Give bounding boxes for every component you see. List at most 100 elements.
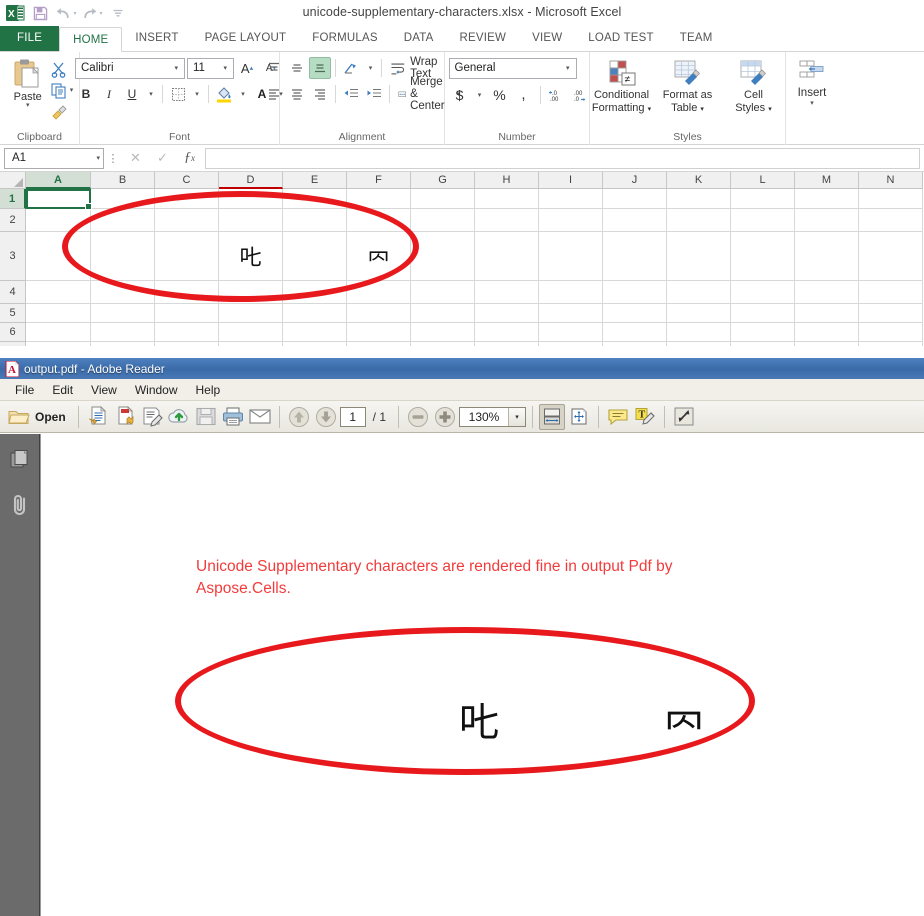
- cell-L6[interactable]: [731, 323, 795, 342]
- cell-J1[interactable]: [603, 189, 667, 209]
- cell-K1[interactable]: [667, 189, 731, 209]
- font-name-combo[interactable]: Calibri ▾: [75, 58, 185, 79]
- next-page-button[interactable]: [313, 404, 339, 430]
- cell-E4[interactable]: [283, 281, 347, 304]
- cell-B7[interactable]: [91, 342, 155, 346]
- align-right-button[interactable]: [309, 83, 331, 105]
- cell-N6[interactable]: [859, 323, 923, 342]
- align-top-button[interactable]: [263, 57, 285, 79]
- column-header-C[interactable]: C: [155, 172, 219, 189]
- copy-button[interactable]: ▾: [50, 80, 74, 100]
- enter-icon[interactable]: ✓: [149, 147, 176, 169]
- cell-L3[interactable]: [731, 232, 795, 281]
- fit-page-button[interactable]: [566, 404, 592, 430]
- chevron-down-icon[interactable]: ▾: [648, 106, 652, 113]
- cell-E5[interactable]: [283, 304, 347, 323]
- cell-F6[interactable]: [347, 323, 411, 342]
- align-bottom-button[interactable]: [309, 57, 331, 79]
- format-painter-button[interactable]: [50, 101, 74, 121]
- cell-J6[interactable]: [603, 323, 667, 342]
- chevron-down-icon[interactable]: ▾: [810, 99, 814, 107]
- menu-window[interactable]: Window: [126, 381, 187, 399]
- attachments-icon[interactable]: [6, 492, 34, 520]
- cell-G7[interactable]: [411, 342, 475, 346]
- cell-B4[interactable]: [91, 281, 155, 304]
- column-header-I[interactable]: I: [539, 172, 603, 189]
- edit-pdf-icon[interactable]: [139, 404, 165, 430]
- cell-I1[interactable]: [539, 189, 603, 209]
- accounting-dropdown[interactable]: ▾: [473, 84, 487, 106]
- cell-E2[interactable]: [283, 209, 347, 232]
- cell-E7[interactable]: [283, 342, 347, 346]
- cell-F1[interactable]: [347, 189, 411, 209]
- cell-A3[interactable]: [26, 232, 91, 281]
- cell-N2[interactable]: [859, 209, 923, 232]
- borders-button[interactable]: [167, 83, 189, 105]
- tab-review[interactable]: REVIEW: [447, 26, 520, 51]
- cell-H7[interactable]: [475, 342, 539, 346]
- cell-I7[interactable]: [539, 342, 603, 346]
- save-icon[interactable]: [193, 404, 219, 430]
- row-header-3[interactable]: 3: [0, 232, 26, 281]
- cell-F2[interactable]: [347, 209, 411, 232]
- column-header-A[interactable]: A: [26, 172, 91, 189]
- cell-G1[interactable]: [411, 189, 475, 209]
- cell-C6[interactable]: [155, 323, 219, 342]
- row-header-5[interactable]: 5: [0, 304, 26, 323]
- cell-A7[interactable]: [26, 342, 91, 346]
- format-as-table-button[interactable]: Format as Table ▾: [656, 57, 720, 116]
- decrease-decimal-button[interactable]: .00.0: [570, 84, 592, 106]
- column-header-D[interactable]: D: [219, 172, 283, 189]
- cell-F4[interactable]: [347, 281, 411, 304]
- cell-B3[interactable]: 𠒌: [91, 232, 155, 281]
- menu-help[interactable]: Help: [187, 381, 230, 399]
- row-header-2[interactable]: 2: [0, 209, 26, 232]
- decrease-indent-button[interactable]: [340, 83, 362, 105]
- chevron-down-icon[interactable]: ▾: [219, 64, 231, 72]
- chevron-down-icon[interactable]: ▾: [170, 64, 182, 72]
- cell-D2[interactable]: [219, 209, 283, 232]
- column-header-E[interactable]: E: [283, 172, 347, 189]
- orientation-button[interactable]: [340, 57, 362, 79]
- send-to-cloud-icon[interactable]: [166, 404, 192, 430]
- cell-B1[interactable]: [91, 189, 155, 209]
- column-header-N[interactable]: N: [859, 172, 923, 189]
- cell-K3[interactable]: [667, 232, 731, 281]
- cell-C3[interactable]: [155, 232, 219, 281]
- email-icon[interactable]: [247, 404, 273, 430]
- cell-D1[interactable]: [219, 189, 283, 209]
- chevron-down-icon[interactable]: ▾: [562, 64, 574, 72]
- cell-C2[interactable]: [155, 209, 219, 232]
- chevron-down-icon[interactable]: ▾: [508, 408, 525, 426]
- orientation-dropdown[interactable]: ▾: [363, 57, 377, 79]
- cell-styles-button[interactable]: Cell Styles ▾: [722, 57, 786, 116]
- cell-L4[interactable]: [731, 281, 795, 304]
- column-header-H[interactable]: H: [475, 172, 539, 189]
- column-header-L[interactable]: L: [731, 172, 795, 189]
- cell-J7[interactable]: [603, 342, 667, 346]
- cell-N5[interactable]: [859, 304, 923, 323]
- cell-D7[interactable]: [219, 342, 283, 346]
- combine-files-icon[interactable]: [112, 404, 138, 430]
- cell-C7[interactable]: [155, 342, 219, 346]
- cell-J5[interactable]: [603, 304, 667, 323]
- cell-H3[interactable]: [475, 232, 539, 281]
- cell-A6[interactable]: [26, 323, 91, 342]
- cell-G3[interactable]: [411, 232, 475, 281]
- cell-L5[interactable]: [731, 304, 795, 323]
- cell-H6[interactable]: [475, 323, 539, 342]
- cell-K6[interactable]: [667, 323, 731, 342]
- cell-D4[interactable]: [219, 281, 283, 304]
- row-header-1[interactable]: 1: [0, 189, 26, 209]
- cell-K4[interactable]: [667, 281, 731, 304]
- cell-K5[interactable]: [667, 304, 731, 323]
- column-header-B[interactable]: B: [91, 172, 155, 189]
- align-left-button[interactable]: [263, 83, 285, 105]
- cell-M7[interactable]: [795, 342, 859, 346]
- previous-page-button[interactable]: [286, 404, 312, 430]
- cell-N3[interactable]: [859, 232, 923, 281]
- cell-H5[interactable]: [475, 304, 539, 323]
- cell-N4[interactable]: [859, 281, 923, 304]
- tab-formulas[interactable]: FORMULAS: [299, 26, 391, 51]
- cell-D5[interactable]: [219, 304, 283, 323]
